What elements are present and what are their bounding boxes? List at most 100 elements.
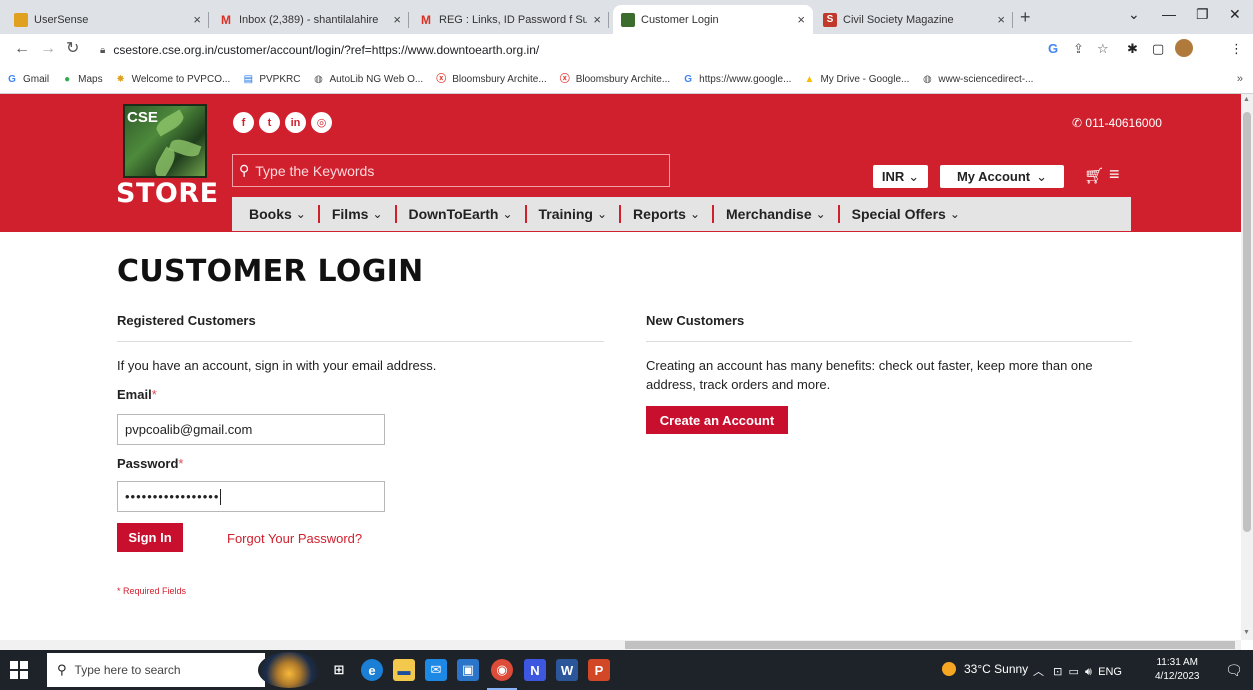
cse-store-logo[interactable]: CSE STORE [113,104,218,214]
tab-civil-society[interactable]: S Civil Society Magazine × [815,5,1013,34]
nav-item-films[interactable]: Films ⌄ [332,206,383,222]
nav-item-reports[interactable]: Reports ⌄ [633,206,700,222]
google-lens-icon[interactable]: G [1048,42,1058,56]
powerpoint-icon[interactable]: P [588,659,610,681]
share-icon[interactable]: ⇪ [1073,42,1084,56]
tab-close-icon[interactable]: × [593,12,601,27]
bookmark-my-drive[interactable]: ▲ My Drive - Google... [803,74,910,86]
create-account-button[interactable]: Create an Account [646,406,788,434]
volume-icon[interactable]: 🔊︎ [1085,666,1092,678]
file-explorer-icon[interactable]: ▬ [393,659,415,681]
maximize-icon[interactable]: ❐ [1196,6,1209,23]
tab-close-icon[interactable]: × [393,12,401,27]
minimize-icon[interactable]: — [1162,6,1176,22]
main-nav: Books ⌄ Films ⌄ DownToEarth ⌄ Training ⌄ Rep… [232,197,1131,231]
tab-close-icon[interactable]: × [997,12,1005,27]
search-input[interactable] [255,162,656,179]
chrome-browser-icon[interactable]: ◉ [487,659,517,690]
nav-item-merchandise[interactable]: Merchandise ⌄ [726,206,826,222]
bookmark-maps[interactable]: ● Maps [61,74,102,86]
forgot-password-link[interactable]: Forgot Your Password? [227,531,362,546]
twitter-icon[interactable]: t [259,112,280,133]
horizontal-scrollbar[interactable] [0,640,1241,650]
tab-close-icon[interactable]: × [797,12,805,27]
bookmark-sciencedirect[interactable]: ◍ www-sciencedirect-... [921,74,1033,86]
weather-text: 33°C Sunny [964,662,1029,676]
network-icon[interactable]: ⊡ [1053,666,1062,678]
facebook-icon[interactable]: f [233,112,254,133]
bookmarks-bar: G Gmail ● Maps ✸ Welcome to PVPCO... ▤ PVPKR… [0,66,1253,94]
search-highlight-image[interactable] [258,652,320,688]
mail-icon[interactable]: ✉ [425,659,447,681]
edge-browser-icon[interactable]: e [361,659,383,681]
close-window-icon[interactable]: ✕ [1229,6,1241,23]
tab-close-icon[interactable]: × [193,12,201,27]
hamburger-menu-icon[interactable]: ≡ [1109,164,1120,185]
scroll-down-arrow-icon[interactable]: ▼ [1243,629,1250,636]
word-icon[interactable]: W [556,659,578,681]
my-account-dropdown[interactable]: My Account ⌄ [940,165,1064,188]
profile-avatar-icon[interactable] [1175,39,1193,57]
search-icon[interactable]: ⚲ [239,162,249,179]
back-arrow-icon[interactable]: ← [14,41,30,57]
app-ai-icon[interactable]: N [524,659,546,681]
cart-icon[interactable]: 🛒︎ [1084,166,1104,186]
bookmark-pvpco[interactable]: ✸ Welcome to PVPCO... [115,74,230,86]
taskbar-clock[interactable]: 11:31 AM 4/12/2023 [1155,656,1200,684]
forward-arrow-icon[interactable]: → [40,41,56,57]
weather-widget[interactable]: 33°C Sunny [942,662,1028,676]
bookmark-autolib[interactable]: ◍ AutoLib NG Web O... [312,74,423,86]
reload-icon[interactable]: ↻ [66,41,79,57]
vertical-scrollbar[interactable]: ▲ ▼ [1241,94,1253,640]
nav-item-training[interactable]: Training ⌄ [539,206,608,222]
store-icon[interactable]: ▣ [457,659,479,681]
bookmark-bloomsbury-2[interactable]: ⓧ Bloomsbury Archite... [559,74,670,86]
tray-chevron-up-icon[interactable]: ︿ [1033,666,1044,678]
pvpkrc-icon: ▤ [243,73,254,85]
lock-icon[interactable]: 🔒︎ [100,45,105,56]
bookmarks-more-chevron-icon[interactable]: » [1237,73,1243,85]
language-indicator[interactable]: ENG [1098,666,1122,678]
phone-number[interactable]: ✆ 011-40616000 [1072,116,1162,130]
tab-customer-login[interactable]: Customer Login × [613,5,813,34]
tab-usersense[interactable]: UserSense × [6,5,209,34]
nav-label: Reports [633,206,686,222]
sign-in-button[interactable]: Sign In [117,523,183,552]
tab-gmail-reg[interactable]: M REG : Links, ID Password f Sul × [411,5,609,34]
url-field[interactable]: 🔒︎ csestore.cse.org.in/customer/account/… [100,37,1100,63]
scroll-up-arrow-icon[interactable]: ▲ [1243,96,1250,103]
bookmark-star-icon[interactable]: ☆ [1097,42,1109,56]
windows-start-icon[interactable] [10,661,28,679]
nav-item-special-offers[interactable]: Special Offers ⌄ [852,206,960,222]
password-field[interactable]: ••••••••••••••••• [117,481,385,512]
taskbar-search-box[interactable]: ⚲ Type here to search [47,653,265,687]
vertical-scroll-thumb[interactable] [1243,112,1251,532]
nav-item-books[interactable]: Books ⌄ [249,206,306,222]
new-tab-button[interactable]: + [1020,8,1031,26]
linkedin-icon[interactable]: in [285,112,306,133]
task-view-icon[interactable]: ⊞ [328,659,350,681]
bookmark-gmail[interactable]: G Gmail [6,74,49,86]
battery-icon[interactable]: ▭ [1069,666,1079,678]
horizontal-scroll-thumb[interactable] [625,641,1235,649]
tab-search-chevron-down-icon[interactable]: ⌄ [1128,6,1140,23]
bookmark-label: https://www.google... [699,74,792,85]
browser-menu-icon[interactable]: ⋮ [1230,42,1243,56]
bookmark-pvpkrc[interactable]: ▤ PVPKRC [242,73,301,86]
bookmark-label: AutoLib NG Web O... [329,74,424,85]
instagram-icon[interactable]: ◎ [311,112,332,133]
extensions-icon[interactable]: ✱ [1127,42,1138,56]
email-field[interactable] [117,414,385,445]
bookmark-google[interactable]: Ghttps://www.google... [682,74,791,86]
currency-dropdown[interactable]: INR ⌄ [873,165,928,188]
tab-gmail-inbox[interactable]: M Inbox (2,389) - shantilalahire × [211,5,409,34]
nav-divider [394,205,397,223]
bookmark-bloomsbury-1[interactable]: ⓧ Bloomsbury Archite... [435,74,546,86]
bloomsbury-icon: ⓧ [436,73,447,85]
notifications-icon[interactable]: 🗨︎ [1225,662,1243,679]
nav-item-downtoearth[interactable]: DownToEarth ⌄ [409,206,513,222]
browser-tab-strip: UserSense × M Inbox (2,389) - shantilala… [0,0,1253,34]
globe-icon: ◍ [314,73,323,85]
side-panel-icon[interactable]: ▢ [1152,42,1164,56]
site-search-box: ⚲ [232,154,670,187]
